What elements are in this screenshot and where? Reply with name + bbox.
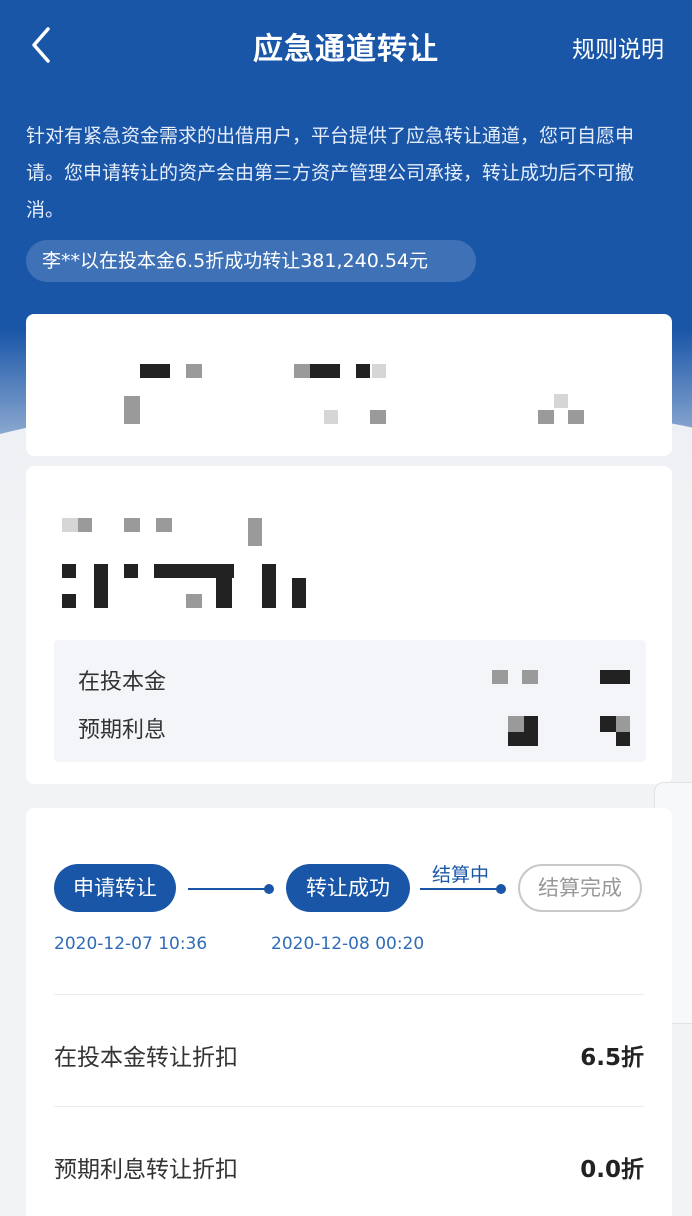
redacted-block (372, 364, 386, 378)
redacted-block (524, 716, 538, 732)
redacted-block (522, 670, 538, 684)
redacted-block (538, 410, 554, 424)
redacted-block (186, 364, 202, 378)
asset-detail-box: 在投本金 预期利息 (54, 640, 646, 762)
settling-note: 结算中 (432, 864, 490, 886)
redacted-block (508, 732, 538, 746)
interest-discount-value: 0.0折 (580, 1157, 644, 1183)
nav-bar: 应急通道转让 规则说明 (0, 0, 692, 90)
redacted-block (94, 564, 108, 608)
redacted-block (600, 716, 616, 732)
principal-discount-label: 在投本金转让折扣 (54, 1045, 238, 1071)
redacted-block (492, 670, 508, 684)
redacted-block (294, 364, 310, 378)
rules-link[interactable]: 规则说明 (572, 30, 664, 64)
redacted-block (248, 518, 262, 546)
redacted-block (262, 564, 276, 608)
redacted-block (216, 578, 232, 608)
step-transfer-success: 转让成功 (286, 864, 410, 912)
redacted-block (310, 364, 340, 378)
redacted-block (568, 410, 584, 424)
connector-dot (496, 884, 506, 894)
principal-label: 在投本金 (78, 670, 167, 695)
redacted-block (324, 410, 338, 424)
redacted-block (186, 594, 202, 608)
interest-label: 预期利息 (78, 718, 167, 743)
principal-discount-value: 6.5折 (580, 1045, 644, 1071)
redacted-block (62, 564, 76, 578)
redacted-block (356, 364, 370, 378)
redacted-block (292, 578, 306, 608)
interest-discount-label: 预期利息转让折扣 (54, 1157, 238, 1183)
redacted-block (140, 364, 170, 378)
divider (54, 1106, 644, 1107)
redacted-block (370, 410, 386, 424)
intro-text: 针对有紧急资金需求的出借用户，平台提供了应急转让通道，您可自愿申请。您申请转让的… (26, 125, 635, 221)
step-settlement-complete: 结算完成 (518, 864, 642, 912)
step-success-time: 2020-12-08 00:20 (271, 934, 425, 954)
redacted-block (62, 518, 78, 532)
asset-card: 在投本金 预期利息 (26, 466, 672, 784)
step-apply: 申请转让 (54, 864, 176, 912)
redacted-block (616, 716, 630, 732)
step-connector (420, 884, 506, 894)
redacted-block (124, 564, 138, 578)
redacted-block (78, 518, 92, 532)
step-connector (188, 884, 274, 894)
divider (54, 994, 644, 995)
redacted-block (616, 732, 630, 746)
redacted-block (154, 564, 234, 578)
redacted-block (554, 394, 568, 408)
redacted-block (508, 716, 524, 732)
transfer-progress-card: 申请转让 转让成功 结算中 结算完成 2020-12-07 10:36 2020… (26, 808, 672, 1216)
connector-dot (264, 884, 274, 894)
success-ticker: 李**以在投本金6.5折成功转让381,240.54元 (26, 240, 476, 282)
redacted-block (124, 396, 140, 424)
redacted-block (124, 518, 140, 532)
redacted-block (156, 518, 172, 532)
step-apply-time: 2020-12-07 10:36 (54, 934, 208, 954)
redacted-block (62, 594, 76, 608)
redacted-block (600, 670, 630, 684)
redacted-summary-card (26, 314, 672, 456)
